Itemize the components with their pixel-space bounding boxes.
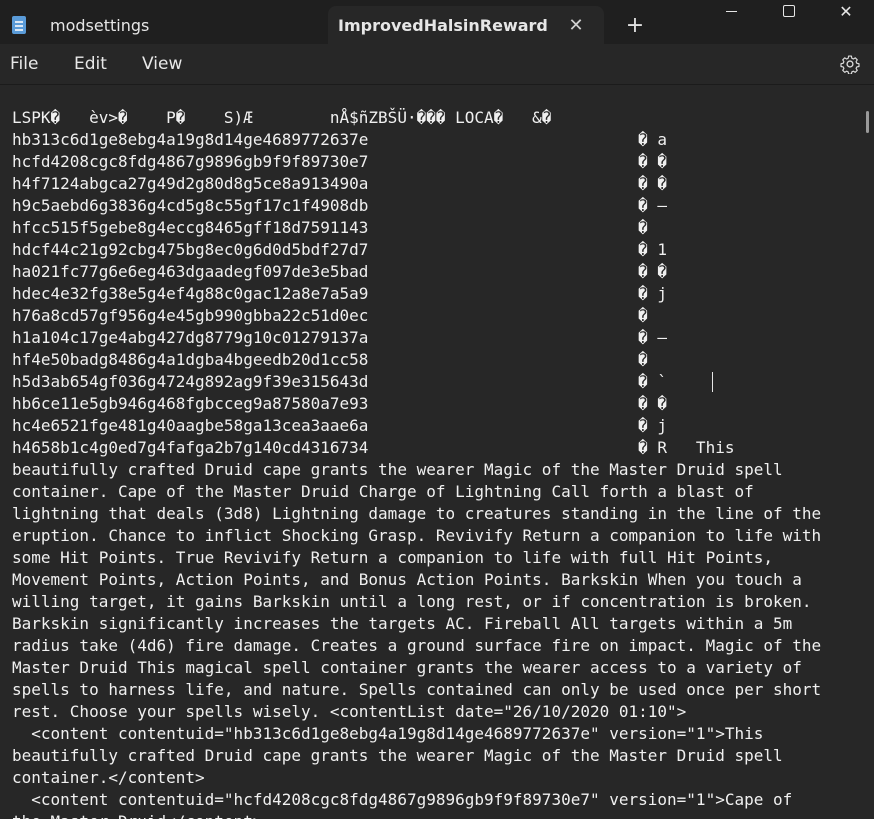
text-caret — [712, 372, 713, 392]
menu-view[interactable]: View — [142, 54, 182, 74]
close-window-icon: ✕ — [839, 1, 853, 21]
title-bar: modsettings ImprovedHalsinReward ✕ + ✕ — [0, 0, 874, 44]
close-icon[interactable]: ✕ — [566, 15, 586, 36]
tab-modsettings[interactable]: modsettings — [0, 6, 328, 44]
minimize-button[interactable] — [702, 0, 760, 22]
tab-title: modsettings — [50, 15, 150, 35]
editor-text[interactable]: LSPK� èv>� P� S)Æ nÅ$ñZBŠÜ·��� LOCA� &� … — [12, 107, 858, 819]
minimize-icon — [725, 10, 737, 12]
maximize-button[interactable] — [760, 0, 818, 22]
menu-edit[interactable]: Edit — [74, 54, 107, 74]
vertical-scrollbar[interactable] — [866, 111, 869, 133]
close-window-button[interactable]: ✕ — [818, 0, 874, 22]
plus-icon[interactable]: + — [622, 12, 648, 38]
notepad-icon — [12, 16, 26, 34]
tab-title: ImprovedHalsinReward — [338, 15, 548, 35]
settings-button[interactable] — [838, 52, 862, 76]
tab-improvedhalsinreward[interactable]: ImprovedHalsinReward ✕ — [328, 6, 604, 44]
maximize-icon — [783, 5, 795, 17]
menu-file[interactable]: File — [10, 54, 38, 74]
menu-bar: File Edit View — [0, 44, 874, 85]
text-editor[interactable]: LSPK� èv>� P� S)Æ nÅ$ñZBŠÜ·��� LOCA� &� … — [0, 85, 874, 819]
gear-icon — [840, 55, 860, 74]
